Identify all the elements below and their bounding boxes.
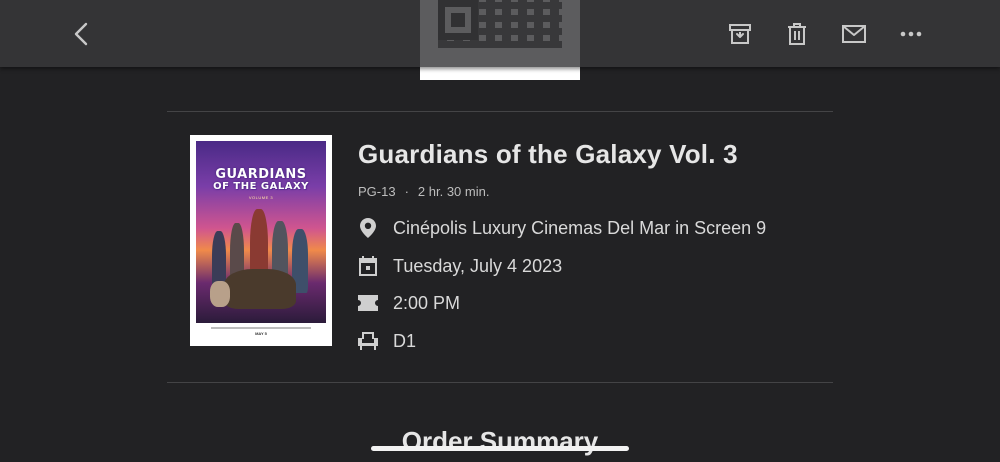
order-summary-heading: Order Summary xyxy=(401,426,599,456)
mail-icon xyxy=(842,25,866,43)
seat-number: D1 xyxy=(393,330,417,351)
time-row: 2:00 PM xyxy=(358,292,460,314)
seat-icon xyxy=(358,331,378,351)
poster-dog xyxy=(210,281,230,307)
poster-artwork: GUARDIANS OF THE GALAXY VOLUME 3 xyxy=(196,141,326,323)
calendar-icon xyxy=(358,256,378,276)
more-horizontal-icon xyxy=(900,31,922,37)
back-button[interactable] xyxy=(62,14,102,54)
archive-icon xyxy=(729,24,751,44)
section-divider xyxy=(167,111,833,112)
showtime-date: Tuesday, July 4 2023 xyxy=(393,255,563,276)
mail-button[interactable] xyxy=(834,14,874,54)
poster-title-line2: OF THE GALAXY xyxy=(213,181,309,192)
chevron-left-icon xyxy=(74,22,88,46)
showtime-time: 2:00 PM xyxy=(393,292,461,313)
trash-icon xyxy=(788,23,806,45)
date-row: Tuesday, July 4 2023 xyxy=(358,255,562,277)
poster-title: GUARDIANS OF THE GALAXY xyxy=(206,167,316,193)
poster-title-line1: GUARDIANS xyxy=(215,167,307,182)
theater-name: Cinépolis Luxury Cinemas Del Mar in Scre… xyxy=(393,217,767,238)
poster-figure-front xyxy=(224,269,296,309)
poster-credits xyxy=(211,327,311,329)
section-divider xyxy=(167,382,833,383)
poster-subtitle: VOLUME 3 xyxy=(248,195,274,200)
home-indicator[interactable] xyxy=(371,446,629,451)
top-toolbar xyxy=(0,0,1000,67)
delete-button[interactable] xyxy=(777,14,817,54)
poster-billing: MAY 5 xyxy=(196,323,326,340)
meta-separator: · xyxy=(404,184,409,199)
theater-row: Cinépolis Luxury Cinemas Del Mar in Scre… xyxy=(358,217,766,239)
movie-rating: PG-13 xyxy=(358,184,396,199)
movie-runtime: 2 hr. 30 min. xyxy=(417,184,490,199)
poster-release-date: MAY 5 xyxy=(255,331,267,336)
movie-poster: GUARDIANS OF THE GALAXY VOLUME 3 MAY 5 xyxy=(190,135,332,346)
more-button[interactable] xyxy=(891,14,931,54)
seat-row: D1 xyxy=(358,330,416,352)
movie-meta: PG-13 · 2 hr. 30 min. xyxy=(358,184,489,199)
ticket-icon xyxy=(358,293,378,313)
location-pin-icon xyxy=(358,218,378,238)
archive-button[interactable] xyxy=(720,14,760,54)
movie-title: Guardians of the Galaxy Vol. 3 xyxy=(358,139,738,169)
